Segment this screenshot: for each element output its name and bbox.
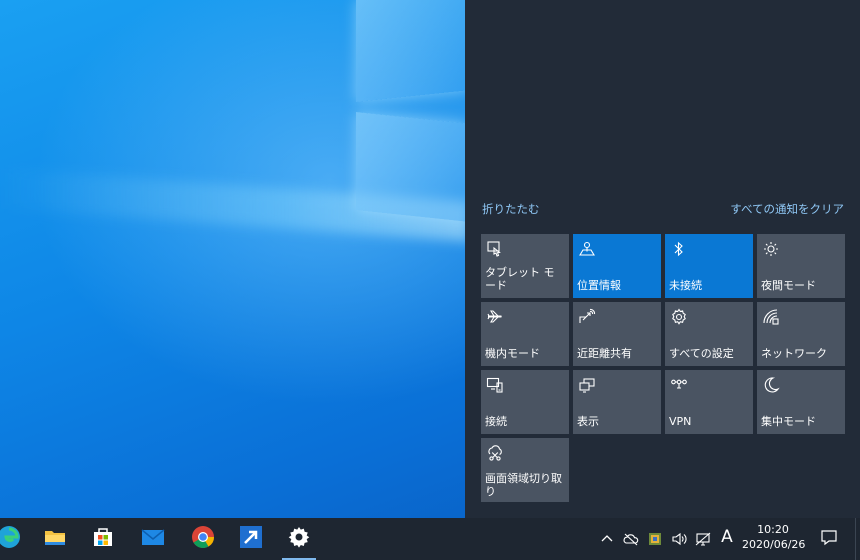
tile-location[interactable]: 位置情報 [573, 234, 661, 298]
tile-label: VPN [669, 415, 692, 428]
action-center-button[interactable] [806, 518, 852, 560]
wallpaper-window-pane-top [356, 0, 468, 103]
bluetooth-icon [670, 240, 688, 258]
taskbar: A 10:20 2020/06/26 [0, 518, 860, 560]
tile-nearby-share[interactable]: 近距離共有 [573, 302, 661, 366]
tile-all-settings[interactable]: すべての設定 [665, 302, 753, 366]
tile-label: 未接続 [669, 279, 702, 292]
tablet-mode-icon [486, 240, 504, 258]
project-icon [578, 376, 596, 394]
tile-screen-snip[interactable]: 画面領域切り取り [481, 438, 569, 502]
show-hidden-icons-chevron[interactable] [598, 529, 616, 549]
tile-bluetooth[interactable]: 未接続 [665, 234, 753, 298]
network-icon [762, 308, 780, 326]
focus-assist-icon [762, 376, 780, 394]
ime-mode-indicator[interactable]: A [718, 527, 736, 549]
location-icon [578, 240, 596, 258]
tile-label: 機内モード [485, 347, 540, 360]
tile-airplane-mode[interactable]: 機内モード [481, 302, 569, 366]
taskbar-app-shortcut[interactable] [228, 518, 274, 560]
vpn-icon [670, 376, 688, 394]
tile-label: 画面領域切り取り [485, 472, 562, 498]
night-light-icon [762, 240, 780, 258]
file-explorer-icon [42, 524, 68, 554]
settings-gear-icon [670, 308, 688, 326]
network-ethernet-icon[interactable] [694, 529, 712, 549]
shortcut-arrow-icon [238, 524, 264, 554]
settings-gear-icon [286, 524, 312, 554]
nearby-share-icon [578, 308, 596, 326]
collapse-link[interactable]: 折りたたむ [482, 201, 540, 217]
mail-icon [140, 524, 166, 554]
onedrive-offline-icon[interactable] [622, 529, 640, 549]
chrome-icon [190, 524, 216, 554]
tile-label: 接続 [485, 415, 507, 428]
action-center-panel: 折りたたむ すべての通知をクリア タブレット モード 位置情報 未接続 夜間モー… [465, 0, 860, 518]
edge-icon [0, 524, 22, 554]
app-tray-icon[interactable] [646, 529, 664, 549]
notification-icon [820, 528, 838, 550]
tile-label: 表示 [577, 415, 599, 428]
tile-label: タブレット モード [485, 266, 555, 292]
taskbar-app-settings[interactable] [276, 518, 322, 560]
tile-label: すべての設定 [669, 347, 734, 360]
tile-network[interactable]: ネットワーク [757, 302, 845, 366]
screen: 折りたたむ すべての通知をクリア タブレット モード 位置情報 未接続 夜間モー… [0, 0, 860, 560]
taskbar-clock[interactable]: 10:20 2020/06/26 [742, 522, 806, 558]
wallpaper-window-pane-bottom [356, 112, 468, 222]
tile-focus-assist[interactable]: 集中モード [757, 370, 845, 434]
show-desktop-button[interactable] [855, 518, 860, 560]
taskbar-app-mail[interactable] [130, 518, 176, 560]
microsoft-store-icon [90, 524, 116, 554]
tile-label: 近距離共有 [577, 347, 632, 360]
clock-date: 2020/06/26 [742, 538, 806, 551]
tile-project[interactable]: 表示 [573, 370, 661, 434]
taskbar-app-chrome[interactable] [180, 518, 226, 560]
airplane-icon [486, 308, 504, 326]
tile-label: 集中モード [761, 415, 816, 428]
clear-all-notifications-link[interactable]: すべての通知をクリア [730, 201, 844, 217]
volume-icon[interactable] [670, 529, 688, 549]
tile-label: 夜間モード [761, 279, 816, 292]
taskbar-app-edge[interactable] [0, 518, 32, 560]
tile-label: 位置情報 [577, 279, 621, 292]
tile-tablet-mode[interactable]: タブレット モード [481, 234, 569, 298]
taskbar-app-file-explorer[interactable] [32, 518, 78, 560]
tile-label: ネットワーク [761, 347, 827, 360]
connect-icon [486, 376, 504, 394]
tile-connect[interactable]: 接続 [481, 370, 569, 434]
tile-night-light[interactable]: 夜間モード [757, 234, 845, 298]
taskbar-app-store[interactable] [80, 518, 126, 560]
clock-time: 10:20 [757, 523, 789, 536]
snip-icon [486, 444, 504, 462]
tile-vpn[interactable]: VPN [665, 370, 753, 434]
